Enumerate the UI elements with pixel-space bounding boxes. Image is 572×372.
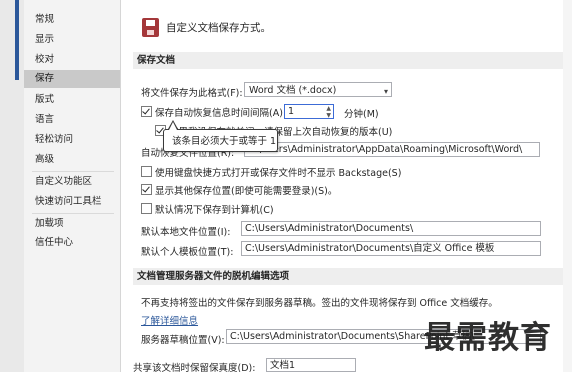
learn-more-link[interactable]: 了解详细信息 [141,313,198,327]
section-header-offline-editing: 文档管理服务器文件的脱机编辑选项 [133,268,563,285]
save-to-computer-checkbox[interactable] [141,203,152,214]
personal-templates-location-field[interactable]: C:\Users\Administrator\Documents\自定义 Off… [241,241,541,256]
spin-up-icon[interactable]: ▲ [326,105,331,112]
sidebar-item-save[interactable]: 保存 [24,70,120,88]
no-backstage-checkbox[interactable] [141,166,152,177]
sidebar-item-proofing[interactable]: 校对 [24,51,120,69]
local-file-location-field[interactable]: C:\Users\Administrator\Documents\ [241,221,541,236]
save-format-select[interactable]: Word 文档 (*.docx) ▾ [244,82,392,97]
autorecover-location-field[interactable]: C:\Users\Administrator\AppData\Roaming\M… [244,142,540,157]
watermark-logo: 最需教育 [424,320,552,356]
server-drafts-location-label: 服务器草稿位置(V): [141,335,225,346]
autorecover-minutes-value: 1 [288,106,295,117]
save-to-computer-label: 默认情况下保存到计算机(C) [155,205,274,216]
page-title: 自定义文档保存方式。 [166,22,271,34]
options-sidebar: 常规 显示 校对 保存 版式 语言 轻松访问 高级 自定义功能区 快速访问工具栏… [24,0,121,372]
tooltip-pointer-fill [169,122,177,130]
sidebar-item-display[interactable]: 显示 [24,31,120,49]
sidebar-item-layout[interactable]: 版式 [24,91,120,109]
offline-description: 不再支持将签出的文件保存到服务器草稿。签出的文件现将保存到 Office 文档缓… [141,298,498,309]
autorecover-label: 保存自动恢复信息时间间隔(A) [155,108,283,119]
show-additional-places-checkbox[interactable] [141,184,152,195]
sidebar-item-add-ins[interactable]: 加载项 [24,215,120,233]
validation-tooltip: 该条目必须大于或等于 1 [163,129,278,152]
sidebar-item-trust-center[interactable]: 信任中心 [24,234,120,252]
sidebar-item-customize-ribbon[interactable]: 自定义功能区 [24,173,120,191]
chevron-down-icon: ▾ [383,87,388,96]
no-backstage-label: 使用键盘快捷方式打开或保存文件时不显示 Backstage(S) [155,168,402,179]
section-header-save-documents: 保存文档 [133,52,563,69]
accent-strip [15,0,19,80]
save-format-label: 将文件保存为此格式(F): [141,88,243,99]
personal-templates-location-label: 默认个人模板位置(T): [141,247,234,258]
sidebar-item-ease-of-access[interactable]: 轻松访问 [24,131,120,149]
sidebar-divider [32,171,114,172]
show-additional-places-label: 显示其他保存位置(即使可能需要登录)(S)。 [155,186,338,197]
save-floppy-icon [142,18,159,37]
scroll-area-edge [563,0,572,372]
sidebar-divider [32,213,114,214]
autorecover-checkbox[interactable] [141,106,152,117]
local-file-location-label: 默认本地文件位置(I): [141,227,231,238]
spin-down-icon[interactable]: ▼ [326,112,331,119]
sidebar-item-advanced[interactable]: 高级 [24,151,120,169]
preserve-fidelity-document-select[interactable]: 文档1 [266,358,356,372]
sidebar-item-quick-access-toolbar[interactable]: 快速访问工具栏 [24,193,120,211]
window-left-edge [0,0,24,372]
save-format-value: Word 文档 (*.docx) [249,85,337,96]
autorecover-minutes-stepper[interactable]: 1 ▲ ▼ [284,104,334,119]
sidebar-item-language[interactable]: 语言 [24,111,120,129]
minutes-label: 分钟(M) [344,109,379,120]
preserve-fidelity-label: 共享该文档时保留保真度(D): [133,363,256,372]
sidebar-item-general[interactable]: 常规 [24,11,120,29]
